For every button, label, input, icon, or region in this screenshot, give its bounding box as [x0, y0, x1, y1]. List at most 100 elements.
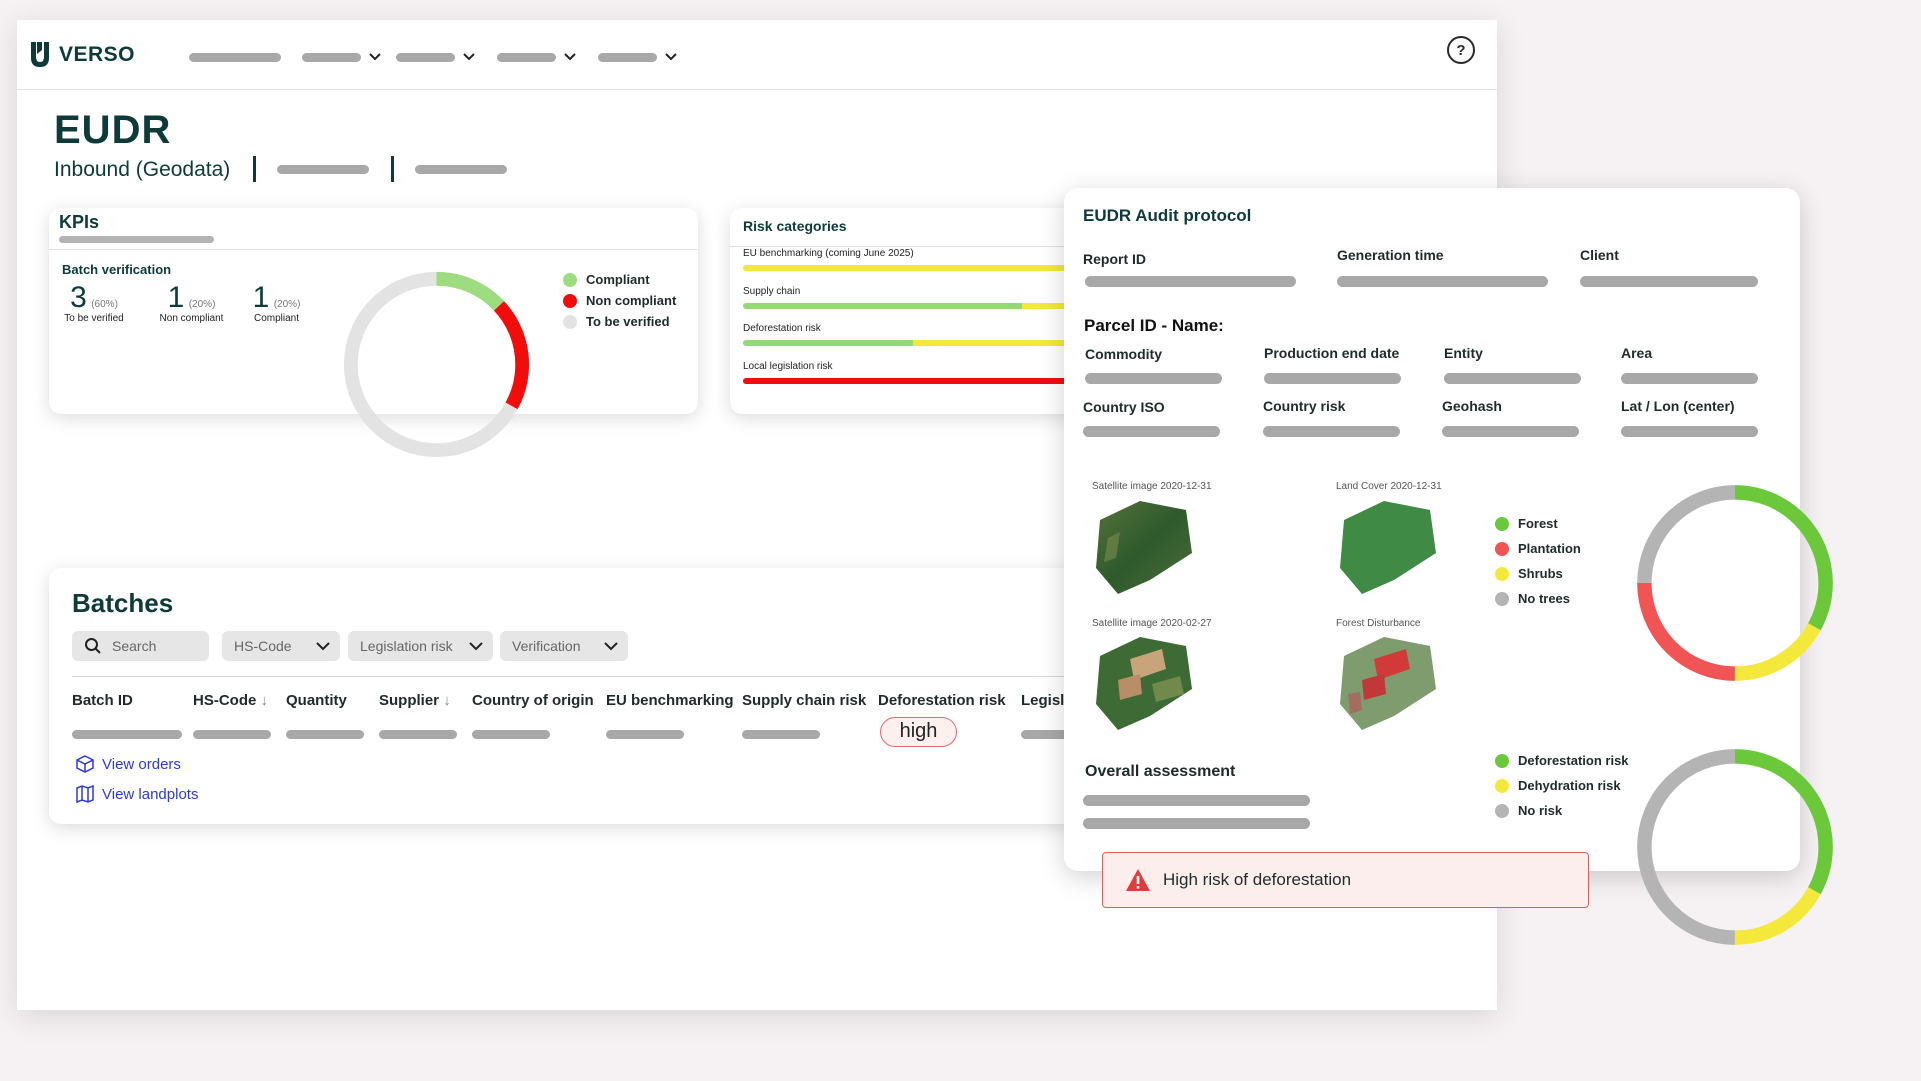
- kpi-percent: (20%): [188, 299, 216, 310]
- column-header-label: Supplier: [379, 692, 440, 709]
- column-header-supply-chain-risk[interactable]: Supply chain risk: [742, 692, 866, 709]
- area-label: Area: [1621, 345, 1653, 361]
- search-icon: [85, 638, 101, 654]
- table-cell-placeholder: [379, 730, 457, 739]
- legend-label: Dehydration risk: [1518, 778, 1621, 793]
- view-orders-link[interactable]: View orders: [75, 754, 181, 774]
- chevron-down-icon[interactable]: [461, 49, 477, 65]
- chevron-down-icon: [604, 642, 618, 651]
- column-header-country-of-origin[interactable]: Country of origin: [472, 692, 594, 709]
- chevron-down-icon[interactable]: [562, 49, 578, 65]
- map-icon: [76, 784, 94, 804]
- overall-assessment-line: [1083, 795, 1310, 806]
- kpi-stat-compliant: 1 (20%) Compliant: [249, 281, 304, 324]
- batch-verification-donut: [343, 271, 530, 458]
- land-cover-2020-12-31[interactable]: [1334, 498, 1444, 608]
- commodity-value: [1085, 373, 1222, 384]
- kpi-caption: To be verified: [64, 313, 124, 324]
- kpi-percent: (60%): [91, 299, 118, 310]
- production-end-date-value: [1264, 373, 1401, 384]
- satellite-image-2020-02-27[interactable]: [1090, 634, 1200, 744]
- legend-item-no-trees: No trees: [1495, 591, 1581, 606]
- risk-bar: [743, 340, 1083, 346]
- commodity-label: Commodity: [1085, 346, 1162, 362]
- legend-label: Compliant: [586, 272, 650, 287]
- kpi-title: KPIs: [59, 212, 100, 232]
- risk-row-local-legislation: Local legislation risk: [743, 361, 1083, 384]
- legend-dot: [1495, 778, 1509, 793]
- verso-logo[interactable]: VERSO: [29, 40, 135, 70]
- forest-disturbance-image[interactable]: [1334, 634, 1444, 744]
- column-header-supplier[interactable]: Supplier ↓: [379, 692, 451, 709]
- page-subtitle: Inbound (Geodata): [54, 158, 231, 181]
- help-icon[interactable]: ?: [1447, 36, 1475, 64]
- risk-label: Supply chain: [743, 286, 801, 297]
- column-header-label: HS-Code: [193, 692, 257, 709]
- nav-item[interactable]: [189, 53, 281, 62]
- legend-item-shrubs: Shrubs: [1495, 566, 1581, 581]
- risk-row-eu-benchmarking: EU benchmarking (coming June 2025): [743, 248, 1083, 271]
- generation-time-value: [1337, 276, 1548, 287]
- filter-hs-code[interactable]: HS-Code: [222, 631, 340, 661]
- satellite-image-2020-12-31[interactable]: [1090, 498, 1200, 608]
- nav-item[interactable]: [497, 53, 556, 62]
- breadcrumb-item[interactable]: [415, 165, 507, 174]
- kpi-number: 1: [167, 281, 185, 314]
- legend-dot: [1495, 753, 1509, 768]
- nav-item[interactable]: [598, 53, 657, 62]
- filter-verification[interactable]: Verification: [500, 631, 628, 661]
- filter-label: HS-Code: [234, 638, 292, 654]
- chevron-down-icon: [316, 642, 330, 651]
- legend-label: No trees: [1518, 591, 1571, 606]
- table-cell-placeholder: [72, 730, 182, 739]
- batches-card: Batches Search HS-Code Legislation risk …: [49, 568, 1119, 824]
- column-header-batch-id[interactable]: Batch ID: [72, 692, 133, 709]
- chevron-down-icon[interactable]: [663, 49, 679, 65]
- geohash-value: [1442, 426, 1579, 437]
- legend-dot: [1495, 803, 1509, 818]
- land-cover-legend: Forest Plantation Shrubs No trees: [1495, 516, 1581, 612]
- legend-item-to-be-verified: To be verified: [563, 314, 676, 329]
- brand-name: VERSO: [59, 43, 136, 66]
- top-navigation-bar: VERSO ?: [17, 20, 1497, 90]
- column-header-deforestation-risk[interactable]: Deforestation risk: [878, 692, 1006, 709]
- risk-bar: [743, 265, 1083, 271]
- legend-item-compliant: Compliant: [563, 272, 676, 287]
- column-header-eu-benchmarking[interactable]: EU benchmarking: [606, 692, 734, 709]
- chevron-down-icon[interactable]: [367, 49, 383, 65]
- kpi-stat-to-be-verified: 3 (60%) To be verified: [59, 281, 129, 324]
- breadcrumb-item[interactable]: [277, 165, 369, 174]
- legend-label: Forest: [1518, 516, 1558, 531]
- risk-label: Deforestation risk: [743, 323, 821, 334]
- column-header-legislation[interactable]: Legisl: [1021, 692, 1064, 709]
- deforestation-alert: High risk of deforestation: [1102, 852, 1589, 908]
- legend-dot: [563, 293, 577, 308]
- table-divider: [72, 676, 1119, 677]
- column-header-hs-code[interactable]: HS-Code ↓: [193, 692, 268, 709]
- view-landplots-link[interactable]: View landplots: [75, 784, 198, 804]
- legend-label: No risk: [1518, 803, 1563, 818]
- warning-icon: [1126, 869, 1150, 891]
- legend-item-deforestation-risk: Deforestation risk: [1495, 753, 1629, 768]
- entity-value: [1444, 373, 1581, 384]
- risk-label: Local legislation risk: [743, 361, 833, 372]
- breadcrumb-separator: [391, 156, 394, 182]
- filter-legislation-risk[interactable]: Legislation risk: [348, 631, 493, 661]
- risk-categories-title: Risk categories: [743, 218, 847, 234]
- geohash-label: Geohash: [1442, 398, 1502, 414]
- filter-label: Legislation risk: [360, 638, 453, 654]
- column-header-quantity[interactable]: Quantity: [286, 692, 347, 709]
- verso-logo-icon: [31, 42, 49, 67]
- area-value: [1621, 373, 1758, 384]
- sort-arrow-icon: ↓: [443, 692, 451, 709]
- lat-lon-label: Lat / Lon (center): [1621, 398, 1735, 414]
- nav-item[interactable]: [302, 53, 361, 62]
- legend-item-no-risk: No risk: [1495, 803, 1629, 818]
- legend-dot: [563, 272, 577, 287]
- kpi-legend: Compliant Non compliant To be verified: [563, 272, 676, 335]
- land-cover-donut: [1637, 485, 1833, 681]
- link-label: View landplots: [102, 785, 199, 803]
- nav-item[interactable]: [396, 53, 455, 62]
- search-input[interactable]: Search: [72, 631, 209, 661]
- kpi-card: KPIs Batch verification 3 (60%) To be ve…: [49, 208, 698, 458]
